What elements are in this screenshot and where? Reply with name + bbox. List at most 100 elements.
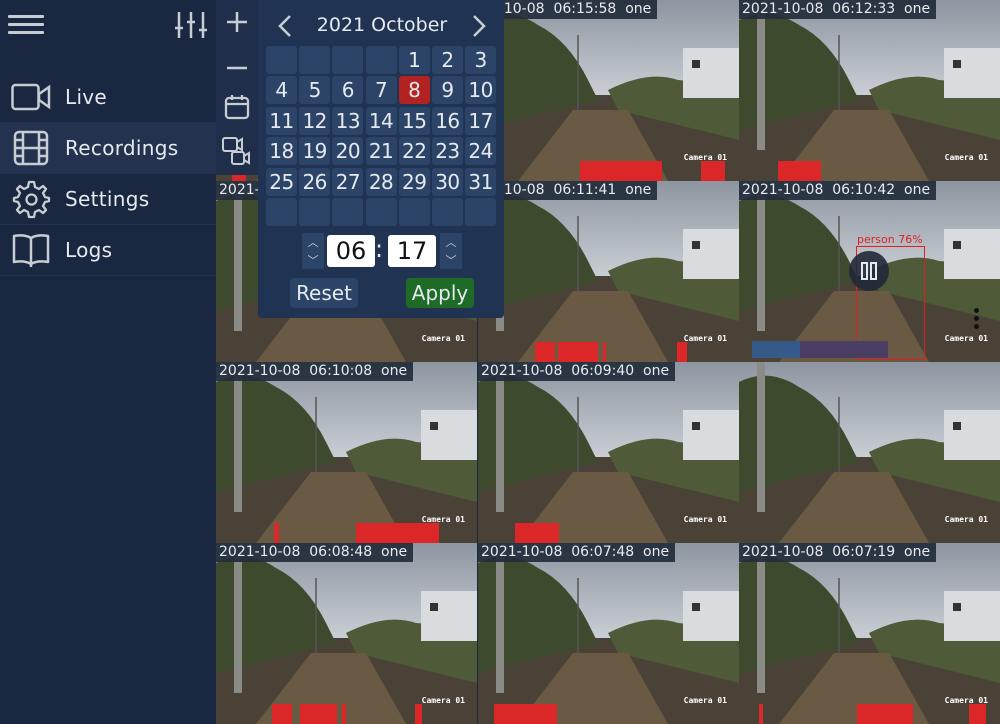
calendar-day[interactable]: 3 (465, 46, 497, 74)
calendar-day[interactable]: 17 (465, 106, 497, 135)
event-marker[interactable] (558, 342, 598, 362)
calendar-day[interactable]: 28 (365, 167, 397, 196)
event-marker[interactable] (535, 342, 555, 362)
minute-stepper[interactable]: ︿ ﹀ (440, 233, 462, 269)
calendar-day[interactable]: 19 (299, 137, 331, 166)
recording-timestamp: 2021-10-08 06:10:08 one (216, 362, 414, 381)
recording-timestamp: 2021-10-08 06:12:33 one (739, 0, 937, 19)
calendar-day[interactable]: 6 (332, 76, 364, 105)
pause-button[interactable] (849, 251, 889, 291)
event-timeline[interactable] (478, 704, 739, 724)
event-timeline[interactable] (739, 704, 1000, 724)
event-timeline[interactable] (478, 523, 739, 543)
calendar-day[interactable]: 16 (431, 106, 463, 135)
event-timeline[interactable] (478, 342, 739, 362)
camera-select-button[interactable] (222, 137, 252, 167)
event-timeline[interactable] (216, 342, 477, 362)
calendar-day[interactable]: 11 (266, 106, 297, 135)
event-marker[interactable] (272, 704, 292, 724)
recording-tile[interactable]: 2021-10-08 06:08:48 one Camera 01 (216, 543, 477, 724)
prev-month-button[interactable] (272, 12, 298, 40)
calendar-day[interactable]: 23 (431, 137, 463, 166)
next-month-button[interactable] (466, 12, 492, 40)
book-icon (10, 233, 52, 267)
event-marker[interactable] (603, 342, 606, 362)
apply-button[interactable]: Apply (406, 278, 474, 308)
calendar-day[interactable]: 24 (465, 137, 497, 166)
event-marker[interactable] (857, 704, 913, 724)
calendar-day[interactable]: 12 (299, 106, 331, 135)
sidebar-item-logs[interactable]: Logs (0, 225, 216, 276)
event-marker[interactable] (759, 704, 763, 724)
sidebar-item-recordings[interactable]: Recordings (0, 123, 216, 174)
calendar-day[interactable]: 5 (299, 76, 331, 105)
recording-tile[interactable]: 2021-10-08 06:07:19 one Camera 01 (739, 543, 1000, 724)
event-marker[interactable] (515, 523, 559, 543)
chevron-up-icon[interactable]: ︿ (446, 234, 457, 250)
calendar-day[interactable]: 13 (332, 106, 364, 135)
sidebar-item-live[interactable]: Live (0, 72, 216, 123)
recording-tile[interactable]: 21-10-08 06:15:58 one Camera 01 (478, 0, 739, 181)
time-separator: : (375, 235, 384, 263)
calendar-day-selected[interactable]: 8 (398, 76, 430, 105)
more-vertical-icon[interactable] (971, 306, 981, 332)
hour-stepper[interactable]: ︿ ﹀ (302, 233, 324, 269)
event-timeline[interactable] (739, 523, 1000, 543)
calendar-day[interactable]: 22 (398, 137, 430, 166)
minute-field[interactable]: 17 (388, 235, 436, 267)
calendar-day[interactable]: 30 (431, 167, 463, 196)
event-marker[interactable] (300, 704, 337, 724)
calendar-day[interactable]: 14 (365, 106, 397, 135)
event-marker[interactable] (778, 161, 821, 181)
event-timeline[interactable] (739, 161, 1000, 181)
sidebar-item-settings[interactable]: Settings (0, 174, 216, 225)
calendar-day[interactable]: 10 (465, 76, 497, 105)
calendar-day[interactable]: 18 (266, 137, 297, 166)
chevron-down-icon[interactable]: ﹀ (308, 252, 319, 268)
sliders-icon[interactable] (174, 10, 208, 40)
chevron-up-icon[interactable]: ︿ (308, 234, 319, 250)
calendar-empty-cell (266, 197, 297, 226)
calendar-day[interactable]: 7 (365, 76, 397, 105)
recording-tile[interactable]: Camera 01 (739, 362, 1000, 543)
recording-tile[interactable]: 2021-10-08 06:09:40 one Camera 01 (478, 362, 739, 543)
event-marker[interactable] (969, 704, 986, 724)
event-marker[interactable] (356, 523, 439, 543)
recording-tile[interactable]: 2021-10-08 06:07:48 one Camera 01 (478, 543, 739, 724)
event-timeline[interactable] (478, 161, 739, 181)
zoom-out-button[interactable] (222, 49, 252, 79)
recording-timestamp: 2021-10-08 06:10:42 one (739, 181, 937, 200)
event-marker[interactable] (342, 704, 346, 724)
calendar-day[interactable]: 15 (398, 106, 430, 135)
recording-timestamp: 2021-10-08 06:08:48 one (216, 543, 414, 562)
recording-tile[interactable]: 2021-10-08 06:12:33 one Camera 01 (739, 0, 1000, 181)
hamburger-icon[interactable] (8, 10, 44, 40)
calendar-day[interactable]: 27 (332, 167, 364, 196)
calendar-day[interactable]: 21 (365, 137, 397, 166)
chevron-down-icon[interactable]: ﹀ (446, 252, 457, 268)
calendar-day[interactable]: 20 (332, 137, 364, 166)
calendar-button[interactable] (222, 92, 252, 122)
calendar-day[interactable]: 25 (266, 167, 297, 196)
hour-field[interactable]: 06 (327, 235, 375, 267)
event-marker[interactable] (494, 704, 557, 724)
reset-button[interactable]: Reset (290, 278, 358, 308)
calendar-day[interactable]: 26 (299, 167, 331, 196)
event-marker[interactable] (677, 342, 687, 362)
calendar-day[interactable]: 4 (266, 76, 297, 105)
event-marker[interactable] (701, 161, 725, 181)
zoom-in-button[interactable] (222, 7, 252, 37)
event-timeline[interactable] (216, 523, 477, 543)
event-marker[interactable] (580, 161, 662, 181)
event-marker[interactable] (415, 704, 422, 724)
calendar-day[interactable]: 2 (431, 46, 463, 74)
calendar-day[interactable]: 9 (431, 76, 463, 105)
event-marker[interactable] (274, 523, 279, 543)
recording-tile[interactable]: 2021-10-08 06:10:08 one Camera 01 (216, 362, 477, 543)
calendar-day[interactable]: 31 (465, 167, 497, 196)
playback-progress[interactable] (752, 341, 888, 358)
calendar-day[interactable]: 1 (398, 46, 430, 74)
event-timeline[interactable] (216, 704, 477, 724)
recording-tile[interactable]: 21-10-08 06:11:41 one Camera 01 (478, 181, 739, 362)
calendar-day[interactable]: 29 (398, 167, 430, 196)
